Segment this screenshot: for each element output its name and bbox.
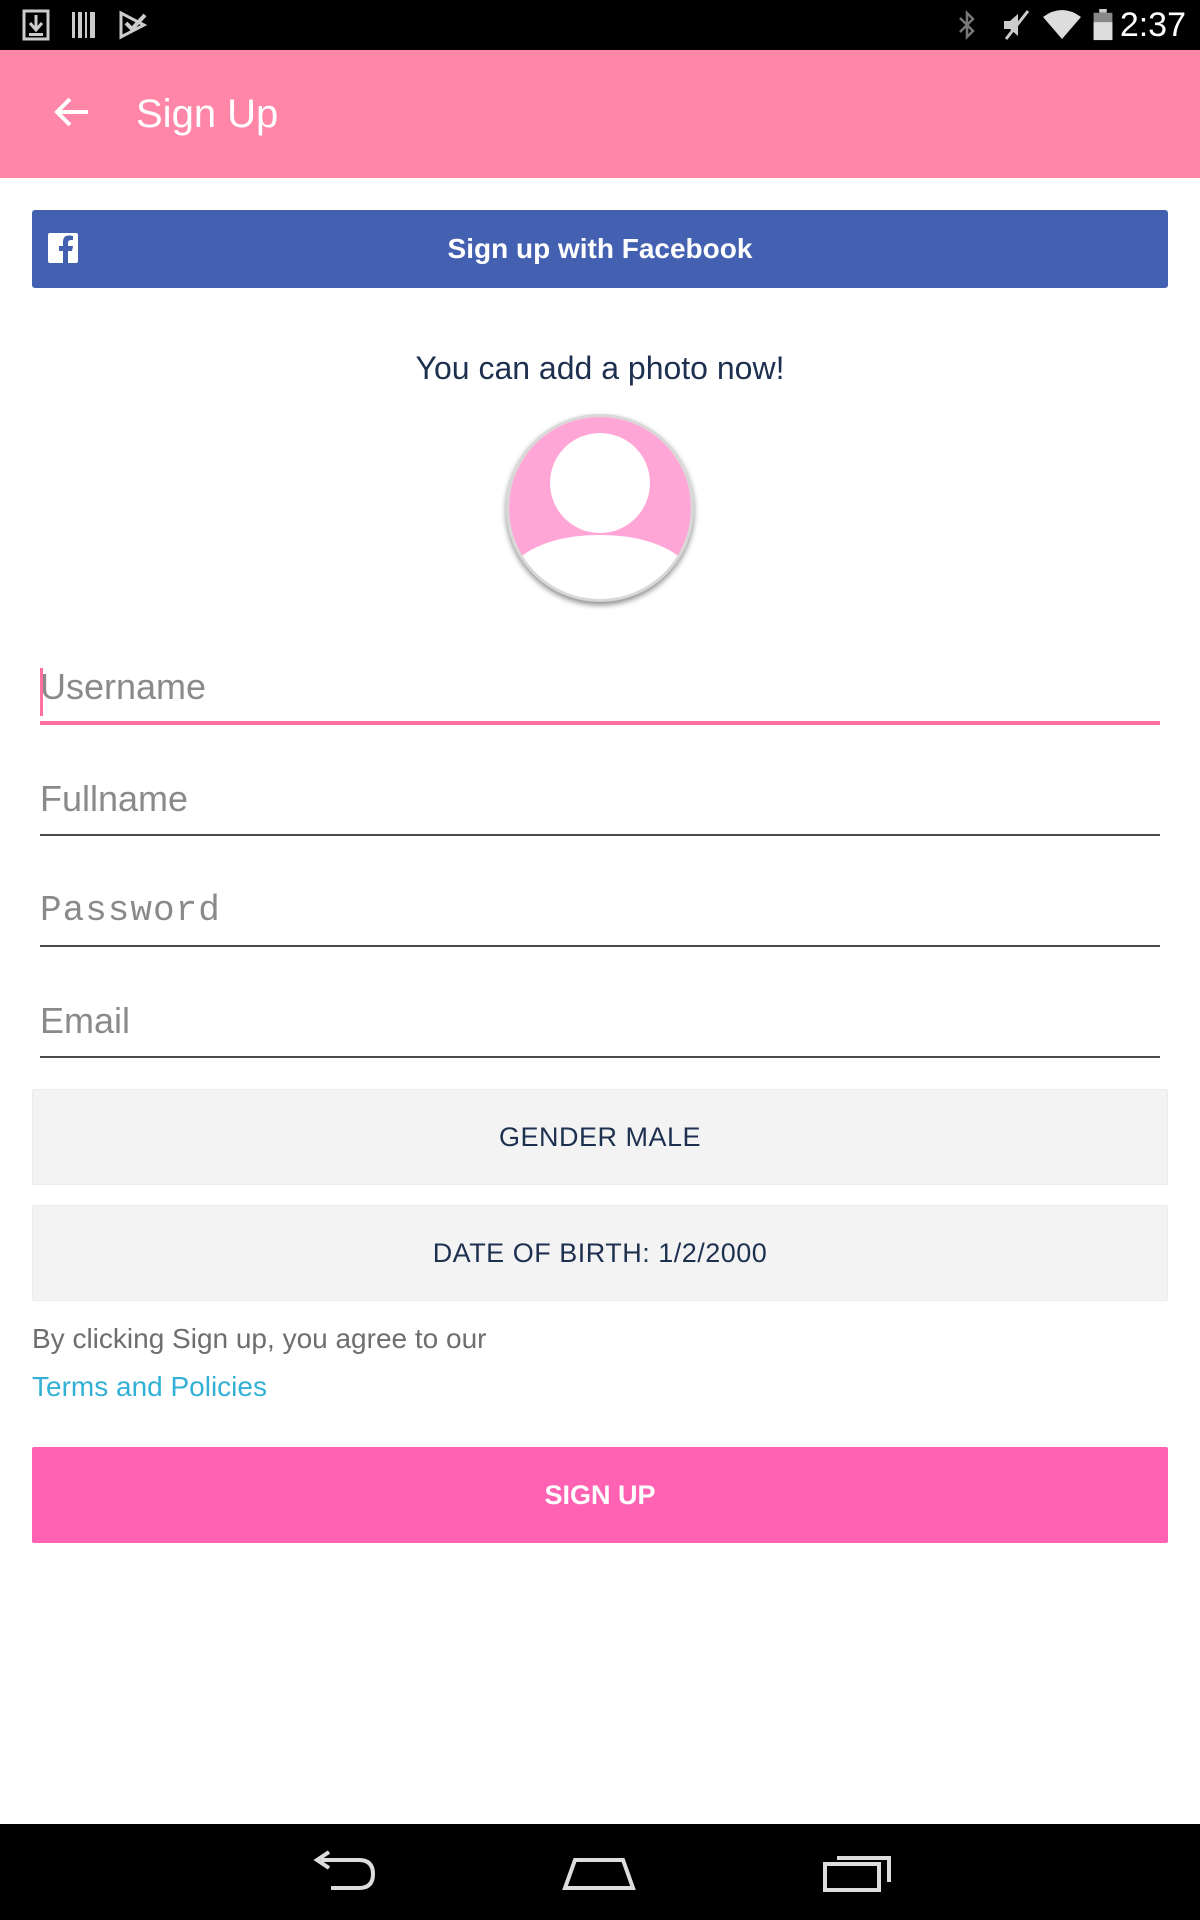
date-of-birth-label: DATE OF BIRTH: 1/2/2000 [432, 1237, 768, 1268]
wifi-icon [1043, 10, 1081, 39]
terms-link[interactable]: Terms and Policies [32, 1371, 267, 1403]
system-nav-bar [0, 1824, 1200, 1920]
email-input[interactable] [40, 986, 1160, 1056]
gender-label: GENDER MALE [498, 1121, 702, 1152]
signup-label: SIGN UP [544, 1479, 656, 1510]
avatar-picker[interactable] [506, 414, 694, 602]
app-bar: Sign Up [0, 50, 1200, 178]
password-field[interactable] [40, 875, 1160, 947]
download-icon [22, 9, 50, 41]
nav-home-button[interactable] [554, 1842, 644, 1902]
password-underline [40, 945, 1160, 947]
battery-icon [1093, 9, 1113, 41]
date-of-birth-button[interactable]: DATE OF BIRTH: 1/2/2000 [32, 1205, 1168, 1301]
facebook-signup-button[interactable]: Sign up with Facebook [32, 210, 1168, 288]
status-bar: 2:37 [0, 0, 1200, 50]
bluetooth-icon [959, 9, 975, 41]
facebook-icon [48, 233, 78, 263]
page-title: Sign Up [136, 92, 279, 136]
nav-back-button[interactable] [298, 1842, 388, 1902]
agreement-text: By clicking Sign up, you agree to our [32, 1323, 487, 1354]
barcode-icon [72, 12, 95, 38]
nav-back-icon [313, 1850, 376, 1890]
signup-button[interactable]: SIGN UP [32, 1447, 1168, 1543]
facebook-signup-label: Sign up with Facebook [447, 233, 753, 264]
fullname-underline [40, 834, 1160, 836]
nav-recents-button[interactable] [812, 1842, 902, 1902]
email-underline [40, 1056, 1160, 1058]
play-store-icon [119, 10, 148, 40]
password-input[interactable] [40, 875, 1160, 945]
user-placeholder-icon [509, 417, 691, 599]
nav-recents-icon [823, 1856, 891, 1892]
status-clock: 2:37 [1119, 6, 1186, 44]
username-field[interactable] [40, 652, 1160, 725]
mute-icon [1004, 10, 1030, 40]
username-underline [40, 721, 1160, 725]
gender-button[interactable]: GENDER MALE [32, 1089, 1168, 1185]
fullname-input[interactable] [40, 764, 1160, 834]
text-caret [40, 668, 43, 716]
fullname-field[interactable] [40, 764, 1160, 836]
username-input[interactable] [40, 652, 1160, 722]
nav-home-icon [562, 1858, 636, 1890]
back-button[interactable] [40, 80, 104, 144]
photo-prompt: You can add a photo now! [415, 350, 785, 386]
email-field[interactable] [40, 986, 1160, 1058]
arrow-back-icon [54, 97, 88, 127]
